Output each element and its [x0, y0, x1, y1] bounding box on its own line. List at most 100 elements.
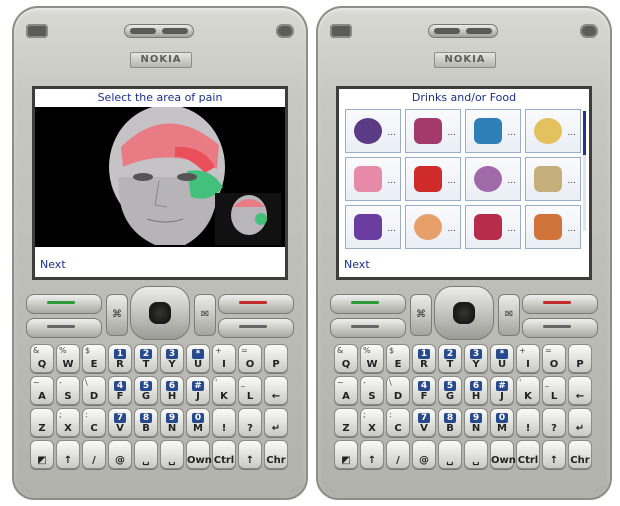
key-row2-9[interactable]: ← [568, 376, 592, 405]
key-row1-7[interactable]: + I [516, 344, 540, 373]
key-row3-4[interactable]: 8B [134, 408, 158, 437]
next-softkey[interactable]: Next [40, 258, 66, 271]
key-row1-2[interactable]: $ E [386, 344, 410, 373]
key-row3-6[interactable]: 0M [490, 408, 514, 437]
key-row4-7[interactable]: Ctrl [516, 440, 540, 469]
left-selection-key[interactable] [26, 318, 102, 338]
key-row3-7[interactable]: ! [516, 408, 540, 437]
key-row4-8[interactable]: ↑ [542, 440, 566, 469]
key-row1-4[interactable]: 2T [438, 344, 462, 373]
key-row4-3[interactable]: @ [108, 440, 132, 469]
key-row2-0[interactable]: ~ A [334, 376, 358, 405]
key-row3-9[interactable]: ↵ [264, 408, 288, 437]
key-row3-5[interactable]: 9N [464, 408, 488, 437]
key-row3-7[interactable]: ! [212, 408, 236, 437]
grid-item-fruit-mix[interactable]: ... [345, 205, 401, 249]
key-row4-0[interactable]: ◩ [30, 440, 54, 469]
key-row1-3[interactable]: 1R [108, 344, 132, 373]
select-button[interactable] [453, 302, 475, 324]
key-row2-1[interactable]: -S [360, 376, 384, 405]
key-row2-3[interactable]: 4F [108, 376, 132, 405]
call-button[interactable] [26, 294, 102, 314]
key-row1-4[interactable]: 2T [134, 344, 158, 373]
scrollbar[interactable] [583, 111, 586, 231]
key-row3-8[interactable]: ? [238, 408, 262, 437]
grid-item-apple[interactable]: ... [405, 157, 461, 201]
key-row4-3[interactable]: @ [412, 440, 436, 469]
select-button[interactable] [149, 302, 171, 324]
head-pain-map[interactable] [35, 107, 285, 247]
key-row1-0[interactable]: & Q [30, 344, 54, 373]
key-row4-1[interactable]: ↑ [56, 440, 80, 469]
key-row4-7[interactable]: Ctrl [212, 440, 236, 469]
key-row1-7[interactable]: + I [212, 344, 236, 373]
key-row1-2[interactable]: $ E [82, 344, 106, 373]
grid-item-cheese[interactable]: ... [525, 109, 581, 153]
menu-key[interactable]: ⌘ [410, 294, 432, 336]
key-row3-4[interactable]: 8B [438, 408, 462, 437]
key-row3-3[interactable]: 7V [412, 408, 436, 437]
end-call-button[interactable] [218, 294, 294, 314]
key-row1-6[interactable]: * U [186, 344, 210, 373]
key-row2-2[interactable]: \ D [386, 376, 410, 405]
key-row4-5[interactable]: ␣ [464, 440, 488, 469]
key-row4-1[interactable]: ↑ [360, 440, 384, 469]
next-softkey[interactable]: Next [344, 258, 370, 271]
key-row4-0[interactable]: ◩ [334, 440, 358, 469]
key-row2-1[interactable]: -S [56, 376, 80, 405]
grid-item-drink-glass[interactable]: ... [405, 205, 461, 249]
key-row2-7[interactable]: ' K [212, 376, 236, 405]
key-row3-3[interactable]: 7V [108, 408, 132, 437]
grid-item-heart-cookie[interactable]: ... [345, 109, 401, 153]
key-row1-3[interactable]: 1R [412, 344, 436, 373]
key-row4-8[interactable]: ↑ [238, 440, 262, 469]
call-button[interactable] [330, 294, 406, 314]
key-row1-8[interactable]: = O [542, 344, 566, 373]
key-row1-1[interactable]: % W [56, 344, 80, 373]
key-row2-5[interactable]: 6H [160, 376, 184, 405]
key-row3-8[interactable]: ? [542, 408, 566, 437]
grid-item-cupcake[interactable]: ... [345, 157, 401, 201]
key-row4-2[interactable]: / [386, 440, 410, 469]
key-row3-1[interactable]: ; X [360, 408, 384, 437]
key-row4-6[interactable]: Own [186, 440, 212, 469]
key-row2-8[interactable]: _ L [542, 376, 566, 405]
key-row3-6[interactable]: 0M [186, 408, 210, 437]
key-row2-4[interactable]: 5G [438, 376, 462, 405]
key-row2-7[interactable]: ' K [516, 376, 540, 405]
key-row1-0[interactable]: & Q [334, 344, 358, 373]
key-row3-5[interactable]: 9N [160, 408, 184, 437]
grid-item-cereal-box[interactable]: ... [525, 157, 581, 201]
key-row3-2[interactable]: :C [82, 408, 106, 437]
key-row2-5[interactable]: 6H [464, 376, 488, 405]
menu-key[interactable]: ⌘ [106, 294, 128, 336]
key-row2-6[interactable]: # J [490, 376, 514, 405]
key-row4-4[interactable]: ␣ [134, 440, 158, 469]
key-row1-5[interactable]: 3Y [160, 344, 184, 373]
key-row2-2[interactable]: \ D [82, 376, 106, 405]
navigation-dpad[interactable] [434, 286, 494, 340]
key-row4-4[interactable]: ␣ [438, 440, 462, 469]
key-row3-0[interactable]: Z [30, 408, 54, 437]
navigation-dpad[interactable] [130, 286, 190, 340]
message-key[interactable]: ✉ [194, 294, 216, 336]
key-row4-9[interactable]: Chr [568, 440, 592, 469]
key-row1-9[interactable]: P [568, 344, 592, 373]
grid-item-sweets[interactable]: ... [465, 157, 521, 201]
key-row4-5[interactable]: ␣ [160, 440, 184, 469]
right-selection-key[interactable] [522, 318, 598, 338]
key-row2-0[interactable]: ~ A [30, 376, 54, 405]
key-row3-1[interactable]: ; X [56, 408, 80, 437]
left-selection-key[interactable] [330, 318, 406, 338]
key-row3-0[interactable]: Z [334, 408, 358, 437]
key-row2-3[interactable]: 4F [412, 376, 436, 405]
right-selection-key[interactable] [218, 318, 294, 338]
key-row2-9[interactable]: ← [264, 376, 288, 405]
key-row4-2[interactable]: / [82, 440, 106, 469]
end-call-button[interactable] [522, 294, 598, 314]
key-row3-9[interactable]: ↵ [568, 408, 592, 437]
key-row2-4[interactable]: 5G [134, 376, 158, 405]
message-key[interactable]: ✉ [498, 294, 520, 336]
grid-item-candy[interactable]: ... [405, 109, 461, 153]
grid-item-sandwich[interactable]: ... [465, 109, 521, 153]
